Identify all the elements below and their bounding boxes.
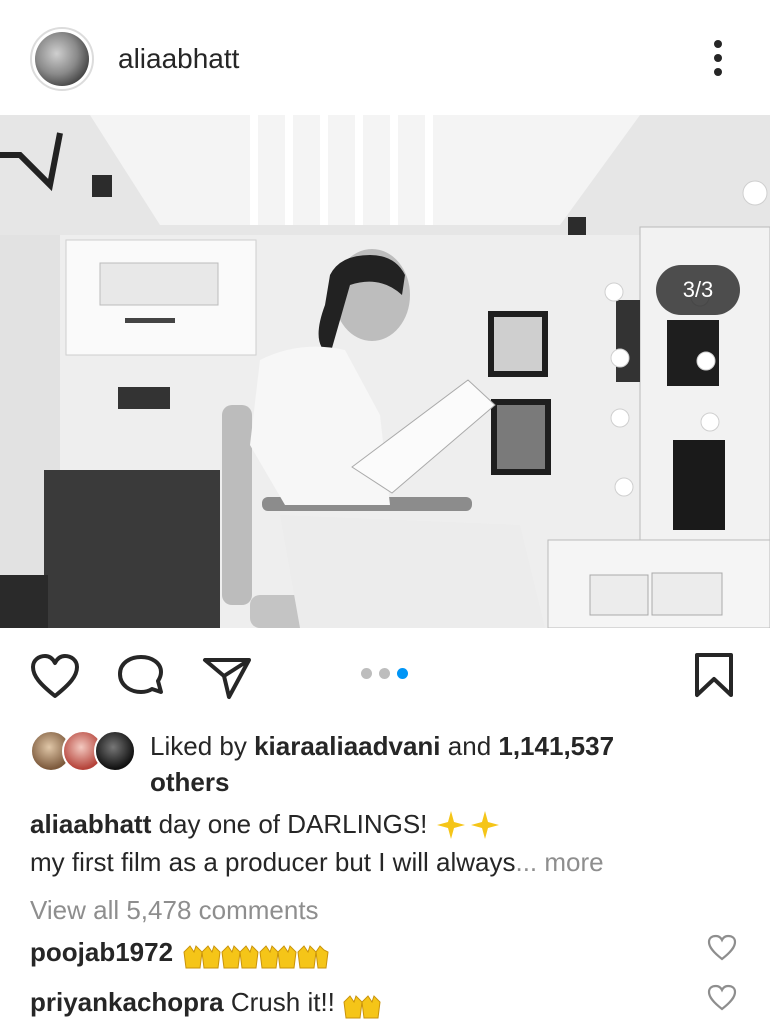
comment-row: priyankachopra Crush it!! <box>30 984 382 1020</box>
likes-middle: and <box>440 731 499 761</box>
comment-like-heart-icon[interactable] <box>707 934 737 962</box>
comment-text: Crush it!! <box>223 987 343 1017</box>
more-vertical-icon[interactable] <box>705 40 731 80</box>
avatar-image <box>35 32 89 86</box>
comment-username[interactable]: poojab1972 <box>30 937 173 967</box>
carousel-dots <box>358 667 414 681</box>
post-photo[interactable]: 3/3 <box>0 115 770 628</box>
caption-more-link[interactable]: more <box>537 847 603 877</box>
comment-like-heart-icon[interactable] <box>707 984 737 1012</box>
photo-scene <box>0 115 770 628</box>
comment-row: poojab1972 <box>30 934 330 970</box>
sparkle-emoji-icon <box>436 811 499 840</box>
profile-avatar[interactable] <box>30 27 94 91</box>
raising-hands-emoji-icon <box>183 945 329 969</box>
raising-hands-emoji-icon <box>343 995 381 1019</box>
heart-icon[interactable] <box>30 654 80 700</box>
carousel-counter: 3/3 <box>656 265 740 315</box>
carousel-dot-3 <box>397 668 408 679</box>
likes-count: 1,141,537 <box>498 731 615 761</box>
liker-avatars[interactable] <box>30 730 140 772</box>
likes-summary[interactable]: Liked by kiaraaliaadvani and 1,141,537 o… <box>150 728 750 800</box>
caption-username[interactable]: aliaabhatt <box>30 809 151 839</box>
liker-avatar <box>94 730 136 772</box>
carousel-dot-2 <box>379 668 390 679</box>
post-username[interactable]: aliaabhatt <box>118 43 239 75</box>
caption-line-2: my first film as a producer but I will a… <box>30 844 604 880</box>
view-all-comments-link[interactable]: View all 5,478 comments <box>30 892 319 928</box>
caption-line-1: aliaabhatt day one of DARLINGS! <box>30 806 503 843</box>
comment-username[interactable]: priyankachopra <box>30 987 224 1017</box>
send-icon[interactable] <box>202 656 252 700</box>
post-header: aliaabhatt <box>0 0 770 115</box>
likes-prefix: Liked by <box>150 731 255 761</box>
likes-suffix: others <box>150 767 230 797</box>
bookmark-icon[interactable] <box>693 652 735 698</box>
caption-text: day one of DARLINGS! <box>151 809 435 839</box>
liker-username[interactable]: kiaraaliaadvani <box>254 731 440 761</box>
caption-line2-text: my first film as a producer but I will a… <box>30 847 516 877</box>
caption-ellipsis: ... <box>515 847 538 877</box>
carousel-dot-1 <box>361 668 372 679</box>
comment-icon[interactable] <box>116 654 166 702</box>
